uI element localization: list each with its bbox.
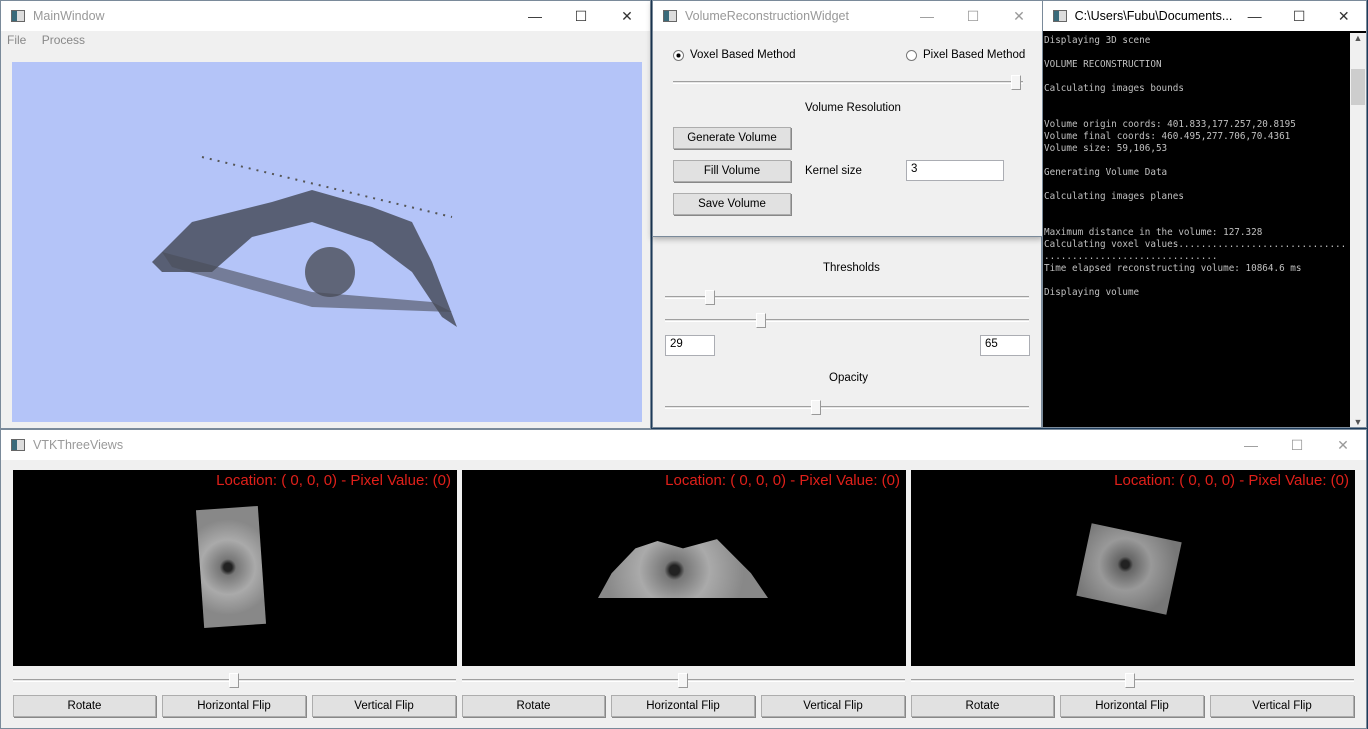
close-icon[interactable]: ✕ (604, 8, 650, 25)
slider-handle[interactable] (229, 673, 239, 688)
threshold-low-slider[interactable] (665, 290, 1029, 305)
slider-handle[interactable] (1125, 673, 1135, 688)
fill-volume-button[interactable]: Fill Volume (673, 160, 791, 182)
close-icon[interactable]: ✕ (1320, 437, 1366, 454)
horizontal-flip-button[interactable]: Horizontal Flip (162, 695, 306, 717)
slice-image (195, 505, 267, 629)
location-readout: Location: ( 0, 0, 0) - Pixel Value: (0) (665, 472, 900, 489)
app-icon (11, 10, 25, 22)
close-icon[interactable]: ✕ (1321, 8, 1366, 25)
title-bar: C:\Users\Fubu\Documents... — ☐ ✕ (1043, 1, 1366, 31)
maximize-icon[interactable]: ☐ (1277, 8, 1322, 25)
rotate-button[interactable]: Rotate (462, 695, 605, 717)
resolution-slider[interactable] (673, 75, 1023, 90)
title-bar: MainWindow — ☐ ✕ (1, 1, 650, 31)
slice-slider-coronal[interactable] (462, 673, 905, 688)
title-bar: VTKThreeViews — ☐ ✕ (1, 430, 1366, 460)
slider-handle[interactable] (811, 400, 821, 415)
slider-handle[interactable] (678, 673, 688, 688)
app-icon (11, 439, 25, 451)
horizontal-flip-button[interactable]: Horizontal Flip (1060, 695, 1204, 717)
radio-voxel-label: Voxel Based Method (690, 49, 796, 61)
minimize-icon[interactable]: — (512, 8, 558, 24)
kernel-size-label: Kernel size (805, 165, 862, 177)
close-icon[interactable]: ✕ (996, 8, 1042, 25)
opacity-slider[interactable] (665, 400, 1029, 415)
location-readout: Location: ( 0, 0, 0) - Pixel Value: (0) (216, 472, 451, 489)
radio-unchecked-icon (906, 49, 917, 61)
console-output: Displaying 3D scene VOLUME RECONSTRUCTIO… (1043, 33, 1350, 427)
slice-view-axial[interactable]: Location: ( 0, 0, 0) - Pixel Value: (0) (13, 470, 457, 666)
rotate-button[interactable]: Rotate (911, 695, 1054, 717)
rotate-button[interactable]: Rotate (13, 695, 156, 717)
console-icon (1053, 10, 1067, 22)
menu-file[interactable]: File (7, 33, 26, 47)
volume-point-cloud (152, 156, 457, 327)
save-volume-button[interactable]: Save Volume (673, 193, 791, 215)
threshold-high-input[interactable]: 65 (980, 335, 1030, 356)
threshold-high-slider[interactable] (665, 313, 1029, 328)
window-title: VTKThreeViews (33, 438, 124, 452)
radio-checked-icon (673, 49, 684, 61)
window-title: C:\Users\Fubu\Documents... (1074, 9, 1233, 23)
scroll-down-icon[interactable]: ▼ (1350, 417, 1366, 427)
generate-volume-button[interactable]: Generate Volume (673, 127, 791, 149)
menu-bar: File Process (7, 33, 85, 47)
maximize-icon[interactable]: ☐ (1274, 437, 1320, 454)
horizontal-flip-button[interactable]: Horizontal Flip (611, 695, 755, 717)
title-bar: VolumeReconstructionWidget — ☐ ✕ (653, 1, 1042, 31)
slider-handle[interactable] (705, 290, 715, 305)
kernel-size-input[interactable]: 3 (906, 160, 1004, 181)
scroll-up-icon[interactable]: ▲ (1350, 33, 1366, 43)
3d-render-view[interactable] (12, 62, 642, 422)
opacity-label: Opacity (829, 372, 868, 384)
menu-process[interactable]: Process (42, 33, 85, 47)
console-window: C:\Users\Fubu\Documents... — ☐ ✕ Display… (1042, 0, 1367, 428)
resolution-label: Volume Resolution (805, 102, 901, 114)
vertical-flip-button[interactable]: Vertical Flip (761, 695, 905, 717)
slider-handle[interactable] (1011, 75, 1021, 90)
app-icon (663, 10, 677, 22)
minimize-icon[interactable]: — (1232, 8, 1277, 24)
slider-handle[interactable] (756, 313, 766, 328)
radio-pixel[interactable]: Pixel Based Method (906, 49, 1025, 61)
minimize-icon[interactable]: — (904, 8, 950, 24)
threshold-panel: Thresholds 29 65 Opacity (652, 236, 1042, 428)
slice-view-sagittal[interactable]: Location: ( 0, 0, 0) - Pixel Value: (0) (911, 470, 1355, 666)
main-window: MainWindow — ☐ ✕ File Process (0, 0, 651, 429)
volume-reconstruction-window: VolumeReconstructionWidget — ☐ ✕ Voxel B… (652, 0, 1043, 237)
vertical-flip-button[interactable]: Vertical Flip (312, 695, 456, 717)
slice-image (598, 539, 768, 598)
slice-image (1076, 523, 1182, 615)
radio-pixel-label: Pixel Based Method (923, 49, 1026, 61)
window-title: MainWindow (33, 9, 105, 23)
window-title: VolumeReconstructionWidget (685, 9, 849, 23)
threshold-low-input[interactable]: 29 (665, 335, 715, 356)
maximize-icon[interactable]: ☐ (950, 8, 996, 25)
minimize-icon[interactable]: — (1228, 437, 1274, 453)
console-scrollbar[interactable]: ▲ ▼ (1350, 33, 1366, 427)
slice-slider-axial[interactable] (13, 673, 456, 688)
thresholds-label: Thresholds (823, 262, 880, 274)
location-readout: Location: ( 0, 0, 0) - Pixel Value: (0) (1114, 472, 1349, 489)
radio-voxel[interactable]: Voxel Based Method (673, 49, 796, 61)
slice-slider-sagittal[interactable] (911, 673, 1354, 688)
scrollbar-thumb[interactable] (1351, 69, 1365, 105)
maximize-icon[interactable]: ☐ (558, 8, 604, 25)
vertical-flip-button[interactable]: Vertical Flip (1210, 695, 1354, 717)
slice-view-coronal[interactable]: Location: ( 0, 0, 0) - Pixel Value: (0) (462, 470, 906, 666)
